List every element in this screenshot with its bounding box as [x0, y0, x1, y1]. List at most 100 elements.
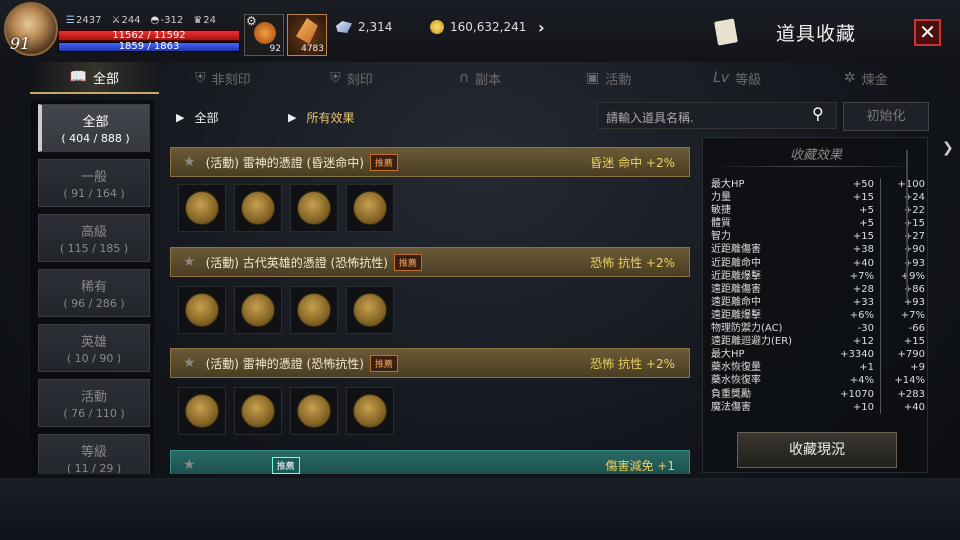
effect-value: +5 [823, 204, 881, 218]
effect-name: 敏捷 [711, 205, 731, 217]
effect-value: +790 [897, 349, 925, 361]
effect-row: 魔法傷害 +10 +40 [711, 400, 925, 414]
effect-name: 藥水恢復率 [711, 375, 761, 387]
side-handle-icon[interactable]: ❯ [942, 140, 960, 160]
collection-header[interactable]: ★ 推薦 傷害減免 +1 [170, 450, 690, 474]
effect-name: 力量 [711, 192, 731, 204]
potion-count: 92 [269, 44, 281, 54]
item-slot[interactable] [290, 184, 338, 232]
tab-event[interactable]: ▣ 活動 [544, 62, 673, 94]
item-slot[interactable] [234, 286, 282, 334]
gold-coin-icon [430, 20, 444, 34]
effect-row: 負重獎勵 +1070 +283 [711, 387, 925, 401]
sidebar-item-level[interactable]: 等級( 11 / 29 ) [38, 434, 150, 474]
item-slot[interactable] [290, 387, 338, 435]
collection-header[interactable]: ★ (活動) 雷神的憑證 (昏迷命中) 推薦 昏迷 命中 +2% [170, 147, 690, 177]
medal-icon [353, 293, 387, 327]
sidebar-item-event[interactable]: 活動( 76 / 110 ) [38, 379, 150, 427]
effect-value: +28 [823, 282, 881, 296]
effect-name: 遠距離傷害 [711, 283, 761, 295]
collection-header[interactable]: ★ (活動) 雷神的憑證 (恐怖抗性) 推薦 恐怖 抗性 +2% [170, 348, 690, 378]
star-icon[interactable]: ★ [183, 254, 196, 270]
effect-value: +40 [903, 401, 925, 413]
potion-icon [254, 22, 276, 44]
trophy-icon: ♛ [193, 15, 203, 26]
item-slot[interactable] [290, 286, 338, 334]
play-arrow-icon: ▶ [176, 111, 185, 124]
tab-level[interactable]: Lv 等級 [673, 62, 802, 94]
effect-value: +15 [903, 336, 925, 348]
book-icon: 📖 [69, 69, 87, 85]
collection-effect: 昏迷 命中 +2% [590, 155, 675, 170]
window-title: 道具收藏 [776, 23, 857, 45]
effect-row: 藥水恢復率 +4% +14% [711, 374, 925, 388]
item-slot[interactable] [346, 286, 394, 334]
item-slot[interactable] [234, 387, 282, 435]
category-filter[interactable]: ▶ 全部 [176, 109, 218, 126]
item-slot[interactable] [178, 184, 226, 232]
hp-text: 11562 / 11592 [112, 30, 186, 41]
recommend-badge: 推薦 [393, 253, 422, 271]
tab-all[interactable]: 📖 全部 [30, 62, 159, 94]
tab-engraved[interactable]: ⛨ 刻印 [287, 62, 416, 94]
effect-name: 最大HP [711, 179, 745, 190]
star-icon[interactable]: ★ [183, 355, 196, 371]
item-slot[interactable] [346, 387, 394, 435]
portal-icon: ∩ [458, 70, 470, 86]
effect-name: 遠距離爆擊 [711, 309, 761, 321]
effect-value: +9% [900, 270, 925, 282]
sidebar-item-hero[interactable]: 英雄( 10 / 90 ) [38, 324, 150, 372]
item-slot[interactable] [178, 286, 226, 334]
effect-name: 近距離爆擊 [711, 270, 761, 282]
item-slot[interactable] [178, 387, 226, 435]
effect-row: 遠距離傷害 +28 +86 [711, 282, 925, 296]
effect-name: 近距離命中 [711, 257, 761, 269]
effect-name: 最大HP [711, 349, 745, 361]
search-icon[interactable]: ⚲ [812, 104, 824, 123]
crystal-currency: 2,314 [336, 20, 392, 34]
tab-dungeon[interactable]: ∩ 副本 [416, 62, 545, 94]
collection-status-button[interactable]: 收藏現況 [737, 432, 897, 468]
item-slot[interactable] [346, 184, 394, 232]
effect-value: -30 [823, 322, 881, 336]
effect-name: 體質 [711, 218, 731, 230]
effect-value: +38 [823, 243, 881, 257]
tab-non-engraved[interactable]: ⛨ 非刻印 [159, 62, 288, 94]
effect-row: 遠距離迴避力(ER) +12 +15 [711, 335, 925, 349]
collection-items [178, 184, 394, 232]
close-button[interactable]: ✕ [914, 19, 941, 46]
effect-row: 最大HP +3340 +790 [711, 348, 925, 362]
currency-expand-arrow-icon[interactable]: › [538, 18, 545, 37]
recommend-badge: 推薦 [271, 456, 300, 474]
scrollbar[interactable] [906, 150, 908, 300]
effect-row: 近距離傷害 +38 +90 [711, 243, 925, 257]
sidebar-item-normal[interactable]: 一般( 91 / 164 ) [38, 159, 150, 207]
top-bar: 91 ☰2437 ⚔244 ◓-312 ♛24 11562 / 11592 18… [0, 0, 960, 62]
effect-name: 負重獎勵 [711, 388, 751, 400]
effect-value: -66 [908, 323, 925, 335]
effect-value: +1070 [823, 387, 881, 401]
grade-sidebar: 全部( 404 / 888 ) 一般( 91 / 164 ) 高級( 115 /… [30, 100, 154, 474]
sidebar-item-rare[interactable]: 稀有( 96 / 286 ) [38, 269, 150, 317]
item-slot[interactable] [234, 184, 282, 232]
collection-effects-panel: 收藏效果 最大HP +50 +100 力量 +15 +24 敏捷 +5 +22 體質 +5 +15 智力… [702, 137, 928, 473]
star-icon[interactable]: ★ [183, 154, 196, 170]
tab-alchemy[interactable]: ✲ 煉金 [801, 62, 930, 94]
effect-row: 力量 +15 +24 [711, 191, 925, 205]
search-input[interactable]: 請輸入道具名稱. [597, 102, 837, 129]
sidebar-item-advanced[interactable]: 高級( 115 / 185 ) [38, 214, 150, 262]
sidebar-item-all[interactable]: 全部( 404 / 888 ) [38, 104, 150, 152]
effect-filter[interactable]: ▶ 所有效果 [288, 109, 354, 126]
alchemy-icon: ✲ [843, 70, 856, 86]
effect-row: 物理防禦力(AC) -30 -66 [711, 322, 925, 336]
effect-value: +3340 [823, 348, 881, 362]
collection-list: ★ (活動) 雷神的憑證 (昏迷命中) 推薦 昏迷 命中 +2% ★ (活動) … [166, 140, 696, 474]
effect-name: 遠距離迴避力(ER) [711, 336, 793, 348]
star-icon[interactable]: ★ [183, 457, 196, 473]
effect-value: +4% [823, 374, 881, 388]
medal-icon [353, 191, 387, 225]
collection-header[interactable]: ★ (活動) 古代英雄的憑證 (恐怖抗性) 推薦 恐怖 抗性 +2% [170, 247, 690, 277]
reset-button[interactable]: 初始化 [843, 102, 929, 131]
player-level: 91 [10, 34, 31, 53]
effects-list[interactable]: 最大HP +50 +100 力量 +15 +24 敏捷 +5 +22 體質 +5 +15 智力 +15 +2… [711, 178, 925, 428]
